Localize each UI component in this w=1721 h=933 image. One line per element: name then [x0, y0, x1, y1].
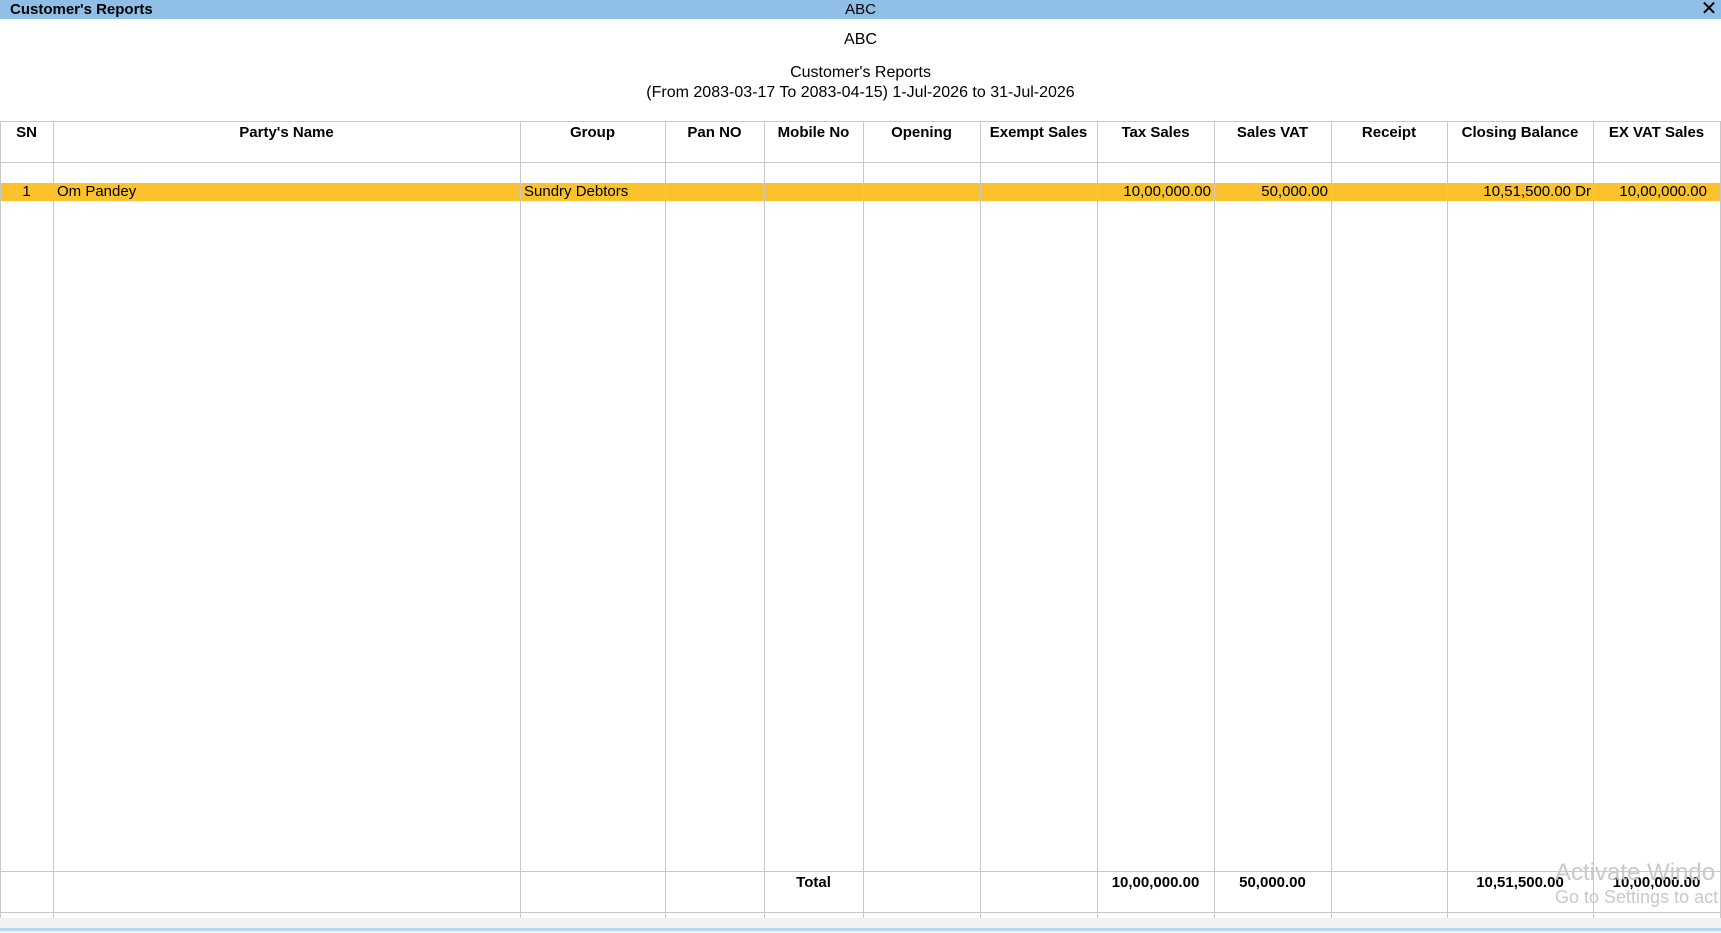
header-bottom-border [0, 162, 1721, 163]
report-company: ABC [844, 31, 877, 48]
cell-receipt [1334, 183, 1444, 201]
cell-pan-no [668, 183, 761, 201]
total-top-border [0, 871, 1721, 872]
cell-sn: 1 [22, 183, 31, 200]
cell-opening [866, 183, 976, 201]
close-icon[interactable]: ✕ [1699, 0, 1719, 19]
bottom-status-strip [0, 918, 1721, 933]
col-border [665, 121, 666, 918]
activation-watermark: Activate Windo Go to Settings to act [1555, 860, 1718, 908]
cell-mobile-no [767, 183, 860, 201]
col-border [0, 121, 1, 918]
watermark-line1: Activate Windo [1555, 859, 1716, 886]
col-header-pan-no[interactable]: Pan NO [665, 121, 764, 145]
col-header-sales-vat[interactable]: Sales VAT [1214, 121, 1331, 145]
col-border [980, 121, 981, 918]
col-header-exempt-sales[interactable]: Exempt Sales [980, 121, 1097, 145]
report-title: Customer's Reports [790, 64, 931, 81]
col-header-group[interactable]: Group [520, 121, 665, 145]
cell-ex-vat-sales: 10,00,000.00 [1619, 183, 1707, 200]
col-border [1593, 121, 1594, 918]
window-titlebar: ABC Customer's Reports ✕ [0, 0, 1721, 19]
col-border [53, 121, 54, 918]
total-label: Total [796, 874, 831, 891]
report-period: (From 2083-03-17 To 2083-04-15) 1-Jul-20… [646, 84, 1075, 101]
cell-party-name: Om Pandey [57, 183, 137, 200]
col-header-opening[interactable]: Opening [863, 121, 980, 145]
window-company: ABC [845, 1, 876, 18]
report-header: ABC Customer's Reports (From 2083-03-17 … [0, 30, 1721, 103]
col-header-ex-vat-sales[interactable]: EX VAT Sales [1593, 121, 1720, 145]
table-bottom-border [0, 912, 1721, 913]
col-header-sn[interactable]: SN [0, 121, 53, 145]
col-header-party-name[interactable]: Party's Name [53, 121, 520, 145]
report-table: SN Party's Name Group Pan NO Mobile No O… [0, 121, 1721, 918]
col-header-mobile-no[interactable]: Mobile No [764, 121, 863, 145]
total-sales-vat: 50,000.00 [1239, 874, 1306, 891]
status-accent-line [0, 928, 1721, 931]
cell-exempt-sales [983, 183, 1093, 201]
cell-tax-sales: 10,00,000.00 [1123, 183, 1211, 200]
col-border [1447, 121, 1448, 918]
cell-sales-vat: 50,000.00 [1261, 183, 1328, 200]
cell-closing-balance: 10,51,500.00 Dr [1483, 183, 1591, 200]
cell-group: Sundry Debtors [524, 183, 629, 200]
col-border [1331, 121, 1332, 918]
col-border [520, 121, 521, 918]
col-border [1097, 121, 1098, 918]
col-header-tax-sales[interactable]: Tax Sales [1097, 121, 1214, 145]
col-border [1214, 121, 1215, 918]
col-header-closing-balance[interactable]: Closing Balance [1447, 121, 1593, 145]
col-border [863, 121, 864, 918]
col-border [764, 121, 765, 918]
total-tax-sales: 10,00,000.00 [1111, 874, 1200, 891]
window-title: Customer's Reports [10, 1, 153, 18]
watermark-line2: Go to Settings to act [1555, 887, 1719, 907]
col-header-receipt[interactable]: Receipt [1331, 121, 1447, 145]
